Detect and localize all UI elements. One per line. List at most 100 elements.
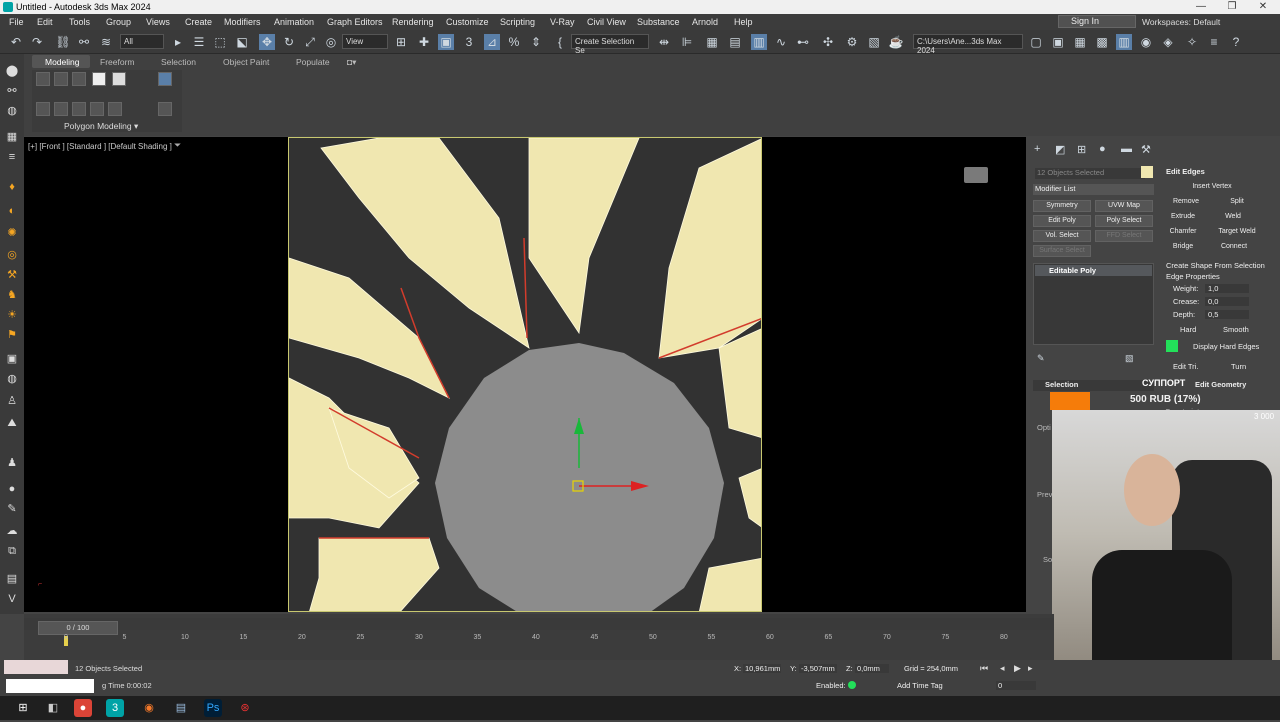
- weight-spinner[interactable]: 1,0: [1205, 284, 1249, 293]
- render-setup-icon[interactable]: ⚙: [844, 34, 860, 50]
- clamp-icon[interactable]: ♞: [4, 288, 20, 302]
- border-mode-icon[interactable]: [72, 72, 86, 86]
- filter-icon[interactable]: ⏷: [174, 140, 181, 151]
- workspace-icon[interactable]: ▩: [1094, 34, 1110, 50]
- undo-icon[interactable]: ↶: [8, 34, 24, 50]
- tab-freeform[interactable]: Freeform: [100, 57, 134, 67]
- viewcube[interactable]: [964, 167, 988, 183]
- y-coord-field[interactable]: -3,507mm: [799, 664, 837, 673]
- sign-in-button[interactable]: Sign In: [1058, 15, 1136, 28]
- preferences-icon[interactable]: ▣: [1050, 34, 1066, 50]
- select-manipulate-icon[interactable]: ✚: [416, 34, 432, 50]
- blender-icon[interactable]: ◉: [140, 699, 158, 717]
- utilities-tab-icon[interactable]: ⚒: [1141, 143, 1151, 156]
- person-icon[interactable]: ♙: [4, 394, 20, 408]
- mirror-icon[interactable]: ⇹: [656, 34, 672, 50]
- modifier-stack[interactable]: Editable Poly: [1033, 263, 1154, 345]
- split-button[interactable]: Split: [1213, 197, 1261, 209]
- camera-icon[interactable]: ◍: [4, 104, 20, 118]
- viewport-label[interactable]: [+] [Front ] [Standard ] [Default Shadin…: [28, 142, 172, 151]
- remove-button[interactable]: Remove: [1163, 197, 1209, 209]
- depth-spinner[interactable]: 0,5: [1205, 310, 1249, 319]
- align-icon[interactable]: ⊫: [679, 34, 695, 50]
- crease-spinner[interactable]: 0,0: [1205, 297, 1249, 306]
- enabled-indicator[interactable]: [848, 681, 856, 689]
- bridge-button[interactable]: Bridge: [1163, 242, 1203, 254]
- named-selection-sets-select[interactable]: Create Selection Se: [571, 34, 649, 55]
- redo-icon[interactable]: ↷: [29, 34, 45, 50]
- menu-help[interactable]: Help: [734, 17, 753, 27]
- tool3-icon[interactable]: [72, 102, 86, 116]
- edge-mode-icon[interactable]: [54, 72, 68, 86]
- chrome-icon[interactable]: ●: [74, 699, 92, 717]
- create-shape-button[interactable]: Create Shape From Selection: [1166, 261, 1265, 270]
- tool5-icon[interactable]: [108, 102, 122, 116]
- current-frame-field[interactable]: 0: [996, 681, 1036, 690]
- rotate-icon[interactable]: ↻: [281, 34, 297, 50]
- track-bar-ruler[interactable]: 0 5 10 15 20 25 30 35 40 45 50 55 60 65 70 75 80: [24, 634, 1054, 646]
- ribbon-options-icon[interactable]: ◘▾: [347, 57, 356, 68]
- gear-icon[interactable]: ✺: [4, 226, 20, 240]
- menu-create[interactable]: Create: [185, 17, 212, 27]
- vray-icon[interactable]: ◈: [1160, 34, 1176, 50]
- weld-button[interactable]: Weld: [1213, 212, 1253, 224]
- walker-icon[interactable]: ♟: [4, 456, 20, 470]
- object-name-field[interactable]: 12 Objects Selected: [1035, 168, 1145, 179]
- render-icon[interactable]: ☕: [888, 34, 904, 50]
- spinner-snap-icon[interactable]: ⇕: [528, 34, 544, 50]
- help-icon[interactable]: ?: [1228, 34, 1244, 50]
- layers-icon[interactable]: ⧉: [4, 544, 20, 558]
- folder-icon[interactable]: ▤: [172, 699, 190, 717]
- ribbon-toggle-icon[interactable]: ▥: [751, 34, 767, 50]
- chamfer-button[interactable]: Chamfer: [1163, 227, 1203, 239]
- tab-populate[interactable]: Populate: [296, 57, 330, 67]
- 3dsmax-icon[interactable]: 3: [106, 699, 124, 717]
- schematic-view-icon[interactable]: ⊷: [795, 34, 811, 50]
- menu-rendering[interactable]: Rendering: [392, 17, 434, 27]
- close-icon[interactable]: ✕: [1257, 1, 1269, 12]
- select-by-name-icon[interactable]: ☰: [191, 34, 207, 50]
- material-editor-icon[interactable]: ✣: [820, 34, 836, 50]
- scene-explorer-icon[interactable]: ▦: [704, 34, 720, 50]
- hierarchy-tab-icon[interactable]: ⊞: [1077, 143, 1086, 156]
- start-icon[interactable]: ⊞: [14, 699, 32, 717]
- create-icon[interactable]: ⬤: [4, 64, 20, 78]
- turn-button[interactable]: Turn: [1231, 362, 1246, 371]
- motion-tab-icon[interactable]: ●: [1099, 143, 1106, 155]
- polygon-mode-icon[interactable]: [92, 72, 106, 86]
- symmetry-button[interactable]: Symmetry: [1033, 200, 1091, 212]
- target-weld-button[interactable]: Target Weld: [1209, 227, 1265, 239]
- pivot-center-icon[interactable]: ⊞: [393, 34, 409, 50]
- reference-coord-select[interactable]: View: [342, 34, 388, 49]
- curve-editor-icon[interactable]: ∿: [773, 34, 789, 50]
- script-input[interactable]: [6, 679, 94, 693]
- hard-edge-color-swatch[interactable]: [1166, 340, 1178, 352]
- app-icon-extra[interactable]: ⊛: [236, 699, 254, 717]
- connect-button[interactable]: Connect: [1211, 242, 1257, 254]
- tag-icon[interactable]: ⚑: [4, 328, 20, 342]
- panel-icon[interactable]: ▤: [4, 572, 20, 586]
- edit-geometry-rollout-header[interactable]: Edit Geometry: [1195, 380, 1246, 389]
- window-crossing-icon[interactable]: ⬕: [234, 34, 250, 50]
- menu-vray[interactable]: V-Ray: [550, 17, 575, 27]
- sun-icon[interactable]: ☀: [4, 308, 20, 322]
- menu-group[interactable]: Group: [106, 17, 131, 27]
- menu-views[interactable]: Views: [146, 17, 170, 27]
- menu-edit[interactable]: Edit: [37, 17, 53, 27]
- menu-civil-view[interactable]: Civil View: [587, 17, 626, 27]
- task-view-icon[interactable]: ◧: [44, 699, 62, 717]
- hamburger-menu-icon[interactable]: ≡: [1206, 34, 1222, 50]
- menu-scripting[interactable]: Scripting: [500, 17, 535, 27]
- snaps-toggle-icon[interactable]: 3: [461, 34, 477, 50]
- lines-icon[interactable]: ≡: [4, 150, 20, 164]
- grid-icon[interactable]: ▦: [4, 130, 20, 144]
- tool2-icon[interactable]: [54, 102, 68, 116]
- angle-snap-icon[interactable]: ⊿: [484, 34, 500, 50]
- menu-customize[interactable]: Customize: [446, 17, 489, 27]
- maxscript-listener[interactable]: [4, 660, 68, 674]
- next-frame-icon[interactable]: ▸: [1028, 663, 1033, 674]
- move-icon[interactable]: ✥: [259, 34, 275, 50]
- add-time-tag[interactable]: Add Time Tag: [897, 681, 943, 690]
- z-coord-field[interactable]: 0,0mm: [855, 664, 889, 673]
- menu-tools[interactable]: Tools: [69, 17, 90, 27]
